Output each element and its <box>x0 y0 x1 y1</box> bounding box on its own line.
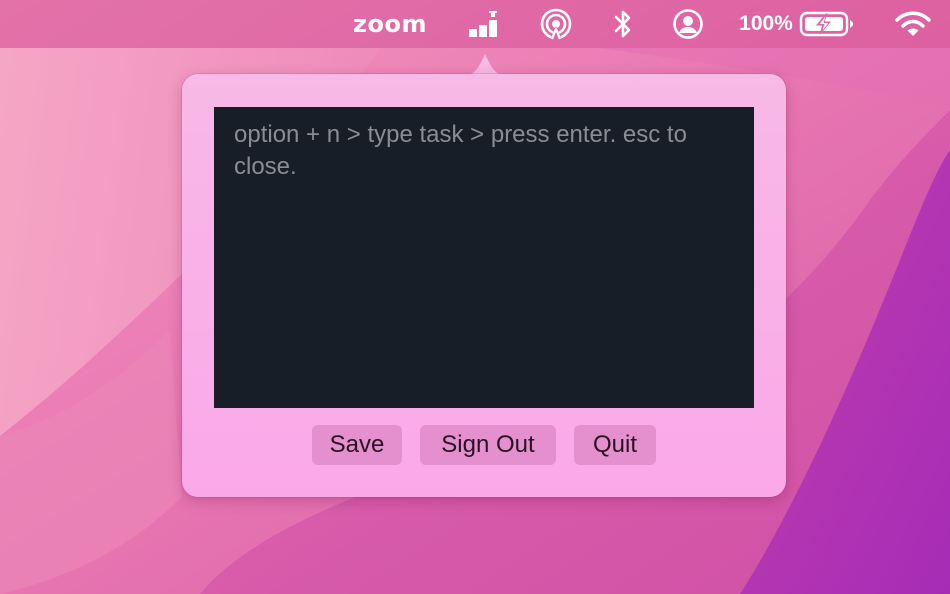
wifi-menu-extra[interactable] <box>890 0 936 48</box>
task-popover: Save Sign Out Quit <box>182 74 786 497</box>
battery-charging-icon <box>799 11 853 37</box>
zoom-menu-extra[interactable]: zoom <box>344 0 436 48</box>
zoom-label: zoom <box>353 10 427 38</box>
popover-arrow <box>462 54 508 76</box>
battery-percentage: 100% <box>739 12 793 35</box>
airdrop-menu-extra[interactable] <box>534 0 578 48</box>
sign-out-button[interactable]: Sign Out <box>420 425 556 465</box>
user-account-icon <box>673 9 703 39</box>
bluetooth-icon <box>614 10 631 38</box>
task-editor[interactable] <box>214 107 754 408</box>
popover-button-row: Save Sign Out Quit <box>182 425 786 465</box>
menu-bar: zoom 100% <box>0 0 950 48</box>
battery-menu-extra[interactable]: 100% <box>734 0 860 48</box>
quit-button[interactable]: Quit <box>574 425 656 465</box>
desktop: zoom 100% option + n > type task > press… <box>0 0 950 594</box>
task-input[interactable] <box>234 119 734 396</box>
signal-bars-menu-extra[interactable] <box>460 0 508 48</box>
user-account-menu-extra[interactable] <box>666 0 710 48</box>
airdrop-icon <box>540 8 572 40</box>
save-button[interactable]: Save <box>312 425 402 465</box>
wifi-icon <box>895 11 931 36</box>
signal-bars-icon <box>469 11 497 37</box>
bluetooth-menu-extra[interactable] <box>604 0 642 48</box>
